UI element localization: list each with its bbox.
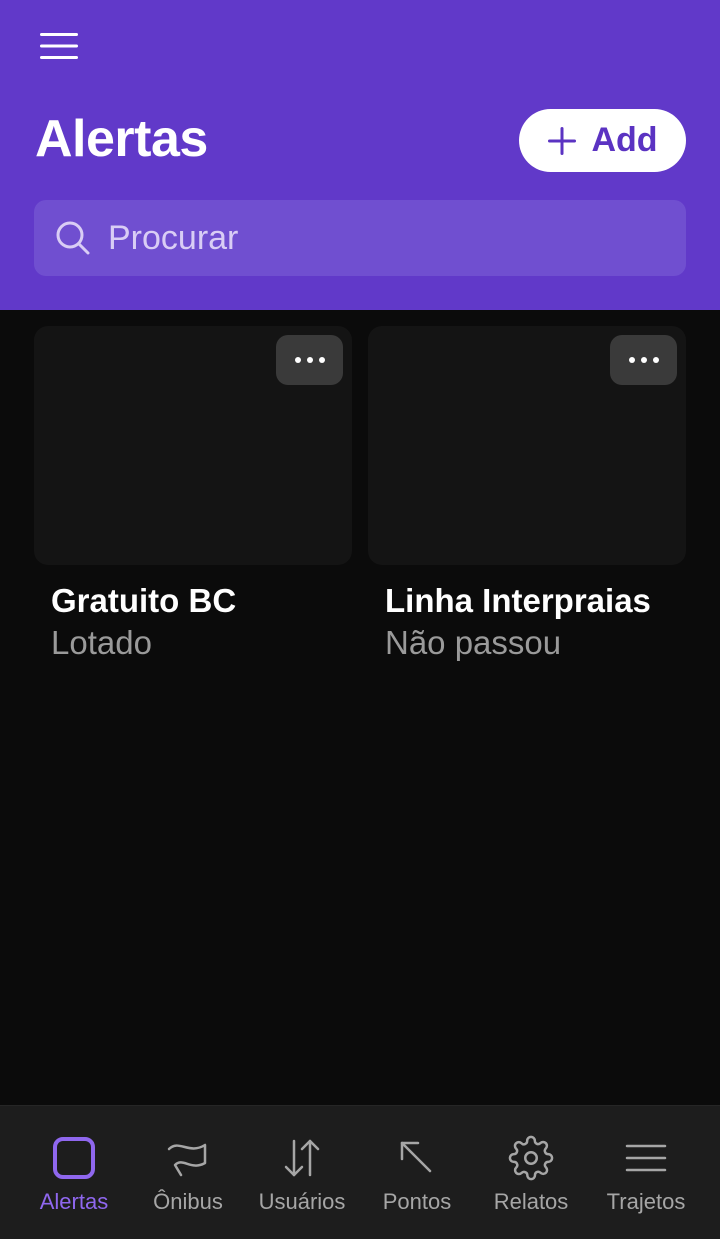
more-dot-icon: [652, 357, 659, 363]
tab-label: Ônibus: [153, 1189, 223, 1214]
gear-icon: [507, 1134, 555, 1182]
card-thumbnail: [34, 326, 352, 565]
tab-label: Trajetos: [606, 1189, 686, 1214]
card-subtitle: Lotado: [51, 624, 152, 661]
page-title: Alertas: [35, 110, 208, 168]
tab-label: Pontos: [382, 1189, 452, 1214]
hamburger-icon: [40, 33, 78, 59]
add-button[interactable]: Add: [519, 109, 686, 172]
search-bar: [34, 200, 686, 276]
card-more-button[interactable]: [610, 335, 677, 385]
card-thumbnail: [368, 326, 686, 565]
square-icon: [50, 1134, 98, 1182]
tab-pontos[interactable]: Pontos: [357, 1106, 477, 1239]
card-title: Linha Interpraias: [385, 582, 651, 619]
tab-label: Usuários: [258, 1189, 346, 1214]
tab-trajetos[interactable]: Trajetos: [586, 1106, 706, 1239]
tab-alertas[interactable]: Alertas: [14, 1106, 134, 1239]
app-root: Alertas Add Gratuito BC Lotado: [0, 0, 720, 1239]
flag-icon: [164, 1134, 212, 1182]
more-dot-icon: [640, 357, 647, 363]
add-button-label: Add: [591, 121, 658, 159]
card-more-button[interactable]: [276, 335, 343, 385]
tab-relatos[interactable]: Relatos: [471, 1106, 591, 1239]
tab-label: Alertas: [39, 1189, 109, 1214]
bottom-tab-bar: Alertas Ônibus Usuários Pontos Relatos T…: [0, 1105, 720, 1239]
card-subtitle: Não passou: [385, 624, 562, 661]
lines-icon: [622, 1134, 670, 1182]
more-dot-icon: [628, 357, 635, 363]
more-dot-icon: [306, 357, 313, 363]
tab-onibus[interactable]: Ônibus: [128, 1106, 248, 1239]
header: Alertas Add: [0, 0, 720, 310]
alert-card[interactable]: Linha Interpraias Não passou: [368, 326, 686, 663]
more-dot-icon: [294, 357, 301, 363]
hamburger-menu-button[interactable]: [30, 24, 88, 68]
swap-vertical-icon: [278, 1134, 326, 1182]
arrow-up-left-icon: [393, 1134, 441, 1182]
tab-label: Relatos: [493, 1189, 569, 1214]
card-title: Gratuito BC: [51, 582, 237, 619]
plus-icon: [548, 126, 577, 155]
search-input[interactable]: [108, 208, 668, 268]
tab-usuarios[interactable]: Usuários: [242, 1106, 362, 1239]
more-dot-icon: [318, 357, 325, 363]
alert-card[interactable]: Gratuito BC Lotado: [34, 326, 352, 663]
search-icon: [56, 221, 90, 255]
